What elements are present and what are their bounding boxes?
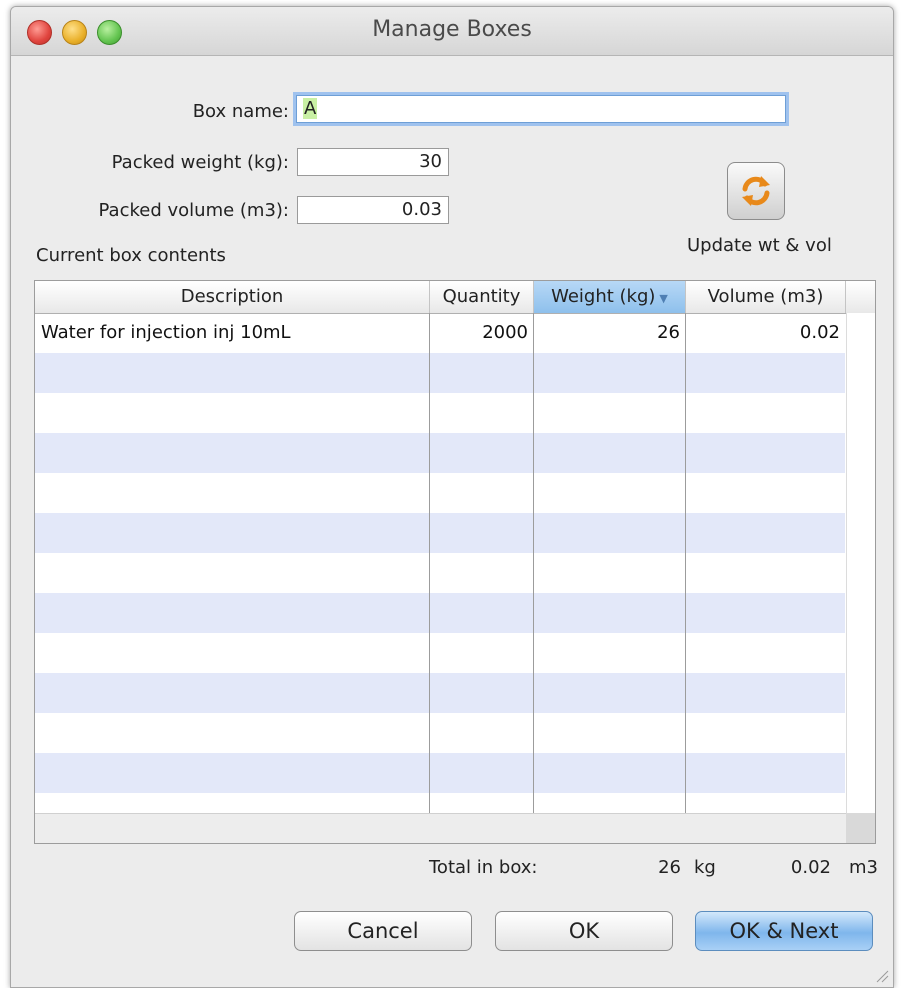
table-row[interactable]: Water for injection inj 10mL 2000 26 0.0… xyxy=(35,313,845,353)
horizontal-scrollbar[interactable] xyxy=(35,813,846,843)
empty-row xyxy=(35,713,845,753)
cell-description: Water for injection inj 10mL xyxy=(41,322,291,343)
total-weight-value: 26 xyxy=(658,857,681,878)
refresh-icon xyxy=(742,176,770,206)
update-wt-vol-button[interactable] xyxy=(727,162,785,220)
total-weight-unit: kg xyxy=(694,857,716,878)
cell-volume: 0.02 xyxy=(799,322,840,343)
title-bar[interactable]: Manage Boxes xyxy=(11,7,893,56)
empty-row xyxy=(35,513,845,553)
ok-button[interactable]: OK xyxy=(495,911,673,951)
empty-row xyxy=(35,433,845,473)
vertical-scrollbar[interactable] xyxy=(846,313,875,813)
box-name-label: Box name: xyxy=(192,101,289,122)
column-divider xyxy=(533,313,534,813)
packed-volume-field[interactable]: 0.03 xyxy=(297,196,449,224)
update-wt-vol-label: Update wt & vol xyxy=(687,235,832,256)
resize-grip-icon[interactable] xyxy=(875,969,889,983)
column-header-quantity[interactable]: Quantity xyxy=(430,281,534,313)
ok-next-button[interactable]: OK & Next xyxy=(695,911,873,951)
packed-volume-label: Packed volume (m3): xyxy=(98,200,289,221)
cancel-button[interactable]: Cancel xyxy=(294,911,472,951)
table-header: Description Quantity Weight (kg) ▼ Volume… xyxy=(35,281,875,314)
empty-row xyxy=(35,553,845,593)
column-header-volume[interactable]: Volume (m3) xyxy=(686,281,846,313)
box-contents-table: Description Quantity Weight (kg) ▼ Volume… xyxy=(34,280,876,844)
box-name-value: A xyxy=(303,98,318,119)
empty-row xyxy=(35,473,845,513)
total-volume-unit: m3 xyxy=(849,857,878,878)
empty-row xyxy=(35,793,845,813)
packed-weight-label: Packed weight (kg): xyxy=(111,152,289,173)
empty-row xyxy=(35,673,845,713)
empty-row xyxy=(35,353,845,393)
scroll-corner xyxy=(846,813,875,843)
cell-weight: 26 xyxy=(657,322,680,343)
sort-descending-icon: ▼ xyxy=(659,292,668,305)
cell-quantity: 2000 xyxy=(482,322,528,343)
window-title: Manage Boxes xyxy=(372,17,532,42)
empty-row xyxy=(35,393,845,433)
column-header-weight[interactable]: Weight (kg) ▼ xyxy=(534,281,686,313)
manage-boxes-dialog: Manage Boxes Box name: A Packed weight (… xyxy=(10,6,894,988)
column-header-weight-label: Weight (kg) xyxy=(551,286,656,307)
empty-row xyxy=(35,633,845,673)
total-volume-value: 0.02 xyxy=(790,857,831,878)
current-box-contents-label: Current box contents xyxy=(36,245,226,266)
empty-row xyxy=(35,593,845,633)
column-header-description[interactable]: Description xyxy=(35,281,430,313)
total-in-box-label: Total in box: xyxy=(429,857,538,878)
column-divider xyxy=(685,313,686,813)
packed-weight-field[interactable]: 30 xyxy=(297,148,449,176)
column-divider xyxy=(429,313,430,813)
box-name-field[interactable]: A xyxy=(296,95,786,123)
empty-row xyxy=(35,753,845,793)
